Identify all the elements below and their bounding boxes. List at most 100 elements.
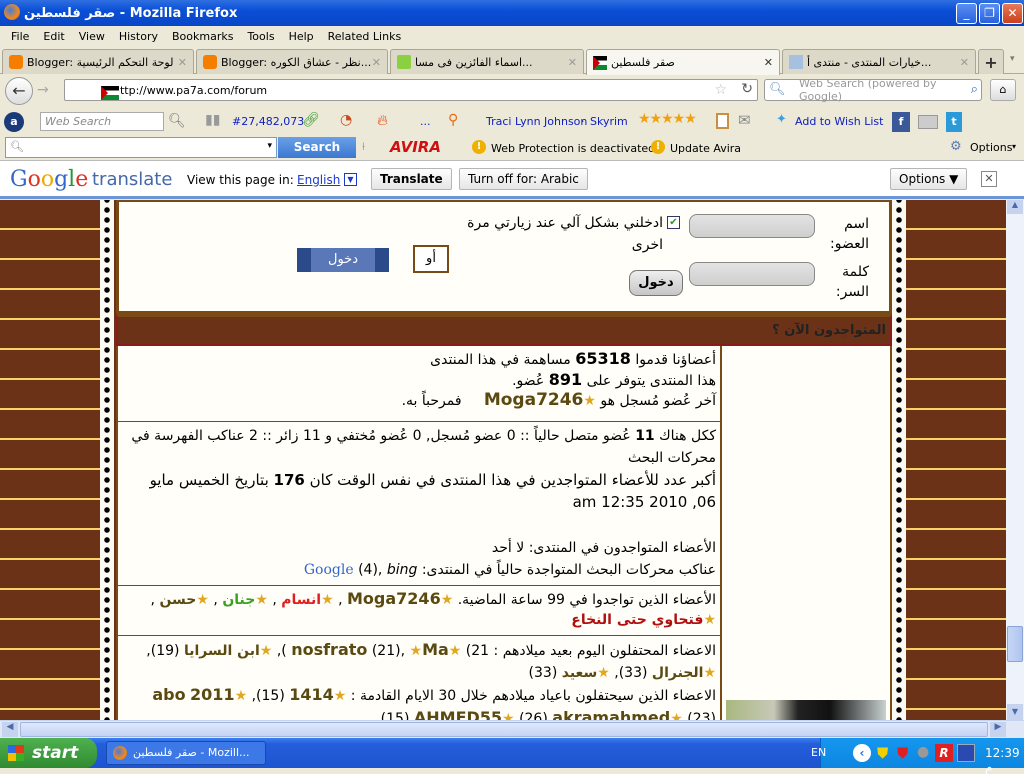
horizontal-scrollbar-thumb[interactable] (20, 722, 988, 737)
avira-logo[interactable]: AVIRA (390, 138, 441, 156)
user-link[interactable]: Moga7246 (347, 589, 441, 608)
tab-blogger-dashboard[interactable]: Blogger: لوحة التحكم الرئيسية ✕ (2, 49, 194, 74)
dropdown-arrow-icon[interactable]: ▾ (267, 141, 272, 151)
avira-search-input[interactable]: 🔍︎ ▾ (5, 137, 277, 158)
timer-icon[interactable]: ◔ (340, 112, 352, 128)
language-select[interactable]: English (297, 173, 340, 187)
stats-icon[interactable]: ▮▮ (205, 112, 220, 128)
rating-stars-icon[interactable]: ★★★★★ (638, 111, 697, 127)
user-link[interactable]: سعيد (562, 665, 597, 681)
contact-card-icon[interactable] (918, 115, 938, 129)
search-icon[interactable]: 🔍︎ (168, 113, 186, 129)
update-avira-link[interactable]: Update Avira (670, 142, 741, 155)
user-link[interactable]: Ma (422, 640, 449, 659)
alt-login-button[interactable]: دخول (297, 248, 389, 272)
tab-close-icon[interactable]: ✕ (568, 56, 577, 69)
network-icon[interactable]: ● (917, 744, 929, 760)
tab-blogger-football[interactable]: Blogger: نظر - عشاق الكوره... ✕ (196, 49, 388, 74)
restore-button[interactable]: ❐ (979, 3, 1000, 24)
scroll-right-button[interactable]: ▶ (990, 722, 1006, 737)
tab-saqr-falastin[interactable]: صقر فلسطين ✕ (586, 49, 780, 75)
menu-view[interactable]: View (72, 30, 112, 43)
new-tab-button[interactable]: + (978, 49, 1004, 74)
menu-related-links[interactable]: Related Links (321, 30, 409, 43)
security-warning-icon[interactable]: ⛊ (877, 744, 888, 762)
magnifier-icon[interactable]: ⌕ (971, 82, 978, 97)
remember-me-checkbox[interactable]: ✔ (667, 216, 680, 229)
menu-tools[interactable]: Tools (240, 30, 281, 43)
tab-winners[interactable]: اسماء الفائزين فى مسا... ✕ (390, 49, 584, 74)
web-protection-status[interactable]: Web Protection is deactivated (491, 142, 655, 155)
link-icon[interactable]: 🔗︎ (302, 112, 320, 128)
user-link[interactable]: 1414 (289, 685, 334, 704)
menu-bookmarks[interactable]: Bookmarks (165, 30, 240, 43)
trending-link-2[interactable]: Skyrim (590, 115, 628, 128)
user-link[interactable]: فتحاوي حتى النخاع (571, 612, 703, 628)
user-link[interactable]: AHMED55 (414, 708, 502, 720)
back-button[interactable]: ← (5, 77, 33, 105)
fire-icon[interactable]: 🔥︎ (377, 111, 388, 129)
translate-options-button[interactable]: Options ▼ (890, 168, 968, 190)
turn-off-arabic-button[interactable]: Turn off for: Arabic (459, 168, 588, 190)
scroll-left-button[interactable]: ◀ (2, 722, 18, 737)
ask-logo-icon[interactable]: a (4, 112, 24, 132)
tab-close-icon[interactable]: ✕ (764, 56, 773, 69)
vertical-scrollbar[interactable]: ▲ ▼ (1006, 200, 1024, 720)
search-button[interactable]: Search (278, 137, 356, 158)
user-link[interactable]: 2011 (190, 685, 235, 704)
menu-help[interactable]: Help (282, 30, 321, 43)
mail-icon[interactable]: ✉ (738, 111, 751, 129)
minimize-button[interactable]: _ (956, 3, 977, 24)
user-link[interactable]: الجنرال (652, 665, 704, 681)
alexa-rank[interactable]: #27,482,073 (232, 115, 304, 128)
taskbar-firefox-window[interactable]: صقر فلسطين - Mozill... (106, 741, 266, 765)
bookmark-star-icon[interactable]: ☆ (714, 82, 727, 98)
close-button[interactable]: ✕ (1002, 3, 1023, 24)
last-member-link[interactable]: Moga7246 (484, 390, 584, 410)
toolbar-web-search-input[interactable]: Web Search (40, 112, 164, 131)
user-link[interactable]: nosfrato (291, 640, 367, 659)
menu-file[interactable]: File (4, 30, 36, 43)
tab-close-icon[interactable]: ✕ (960, 56, 969, 69)
menu-history[interactable]: History (112, 30, 165, 43)
more-icon[interactable]: ... (420, 115, 431, 128)
language-dropdown-icon[interactable]: ▼ (344, 173, 357, 186)
user-link[interactable]: akramahmed (552, 708, 670, 720)
notes-icon[interactable] (716, 113, 729, 129)
tab-forum-options[interactable]: خيارات المنتدى - منتدى أ... ✕ (782, 49, 976, 74)
trending-link-1[interactable]: Traci Lynn Johnson (486, 115, 587, 128)
language-indicator[interactable]: EN (811, 746, 826, 759)
url-bar[interactable]: http://www.pa7a.com/forum ☆ ↻ (64, 79, 758, 101)
scroll-up-button[interactable]: ▲ (1007, 200, 1023, 214)
login-button[interactable]: دخول (629, 270, 683, 296)
username-input[interactable] (689, 214, 815, 238)
horizontal-scrollbar[interactable]: ◀ ▶ (0, 720, 1024, 738)
start-button[interactable]: start (0, 738, 97, 768)
twitter-share-icon[interactable]: t (946, 112, 962, 132)
web-search-field[interactable]: 🔍︎ Web Search (powered by Google) ⌕ (764, 77, 982, 103)
avira-tray-icon[interactable]: R (935, 744, 953, 762)
avira-options-button[interactable]: Options (970, 141, 1012, 154)
tab-close-icon[interactable]: ✕ (178, 56, 187, 69)
user-link[interactable]: حسن (159, 592, 196, 608)
add-to-wishlist-link[interactable]: Add to Wish List (795, 115, 883, 128)
user-link[interactable]: انسام (281, 592, 321, 608)
tab-close-icon[interactable]: ✕ (372, 56, 381, 69)
hot-search-icon[interactable]: ⚲ (448, 112, 458, 128)
user-link[interactable]: abo (152, 685, 185, 704)
scrollbar-thumb[interactable] (1007, 626, 1023, 662)
translate-button[interactable]: Translate (371, 168, 452, 190)
toolbar-grip-icon[interactable]: ⟊ (362, 140, 365, 154)
display-tray-icon[interactable] (957, 744, 975, 762)
tray-expand-icon[interactable]: ‹ (853, 744, 871, 762)
reload-icon[interactable]: ↻ (741, 81, 753, 97)
close-translate-bar-icon[interactable]: ✕ (981, 171, 997, 187)
user-link[interactable]: جنان (222, 592, 255, 608)
password-input[interactable] (689, 262, 815, 286)
firewall-alert-icon[interactable]: ⛊ (897, 744, 908, 762)
facebook-share-icon[interactable]: f (892, 112, 910, 132)
forward-button[interactable]: → (37, 82, 49, 98)
search-engine-icon[interactable]: 🔍︎ (769, 82, 786, 97)
tab-list-icon[interactable]: ▾ (1010, 54, 1015, 64)
home-button[interactable]: ⌂ (990, 79, 1016, 101)
